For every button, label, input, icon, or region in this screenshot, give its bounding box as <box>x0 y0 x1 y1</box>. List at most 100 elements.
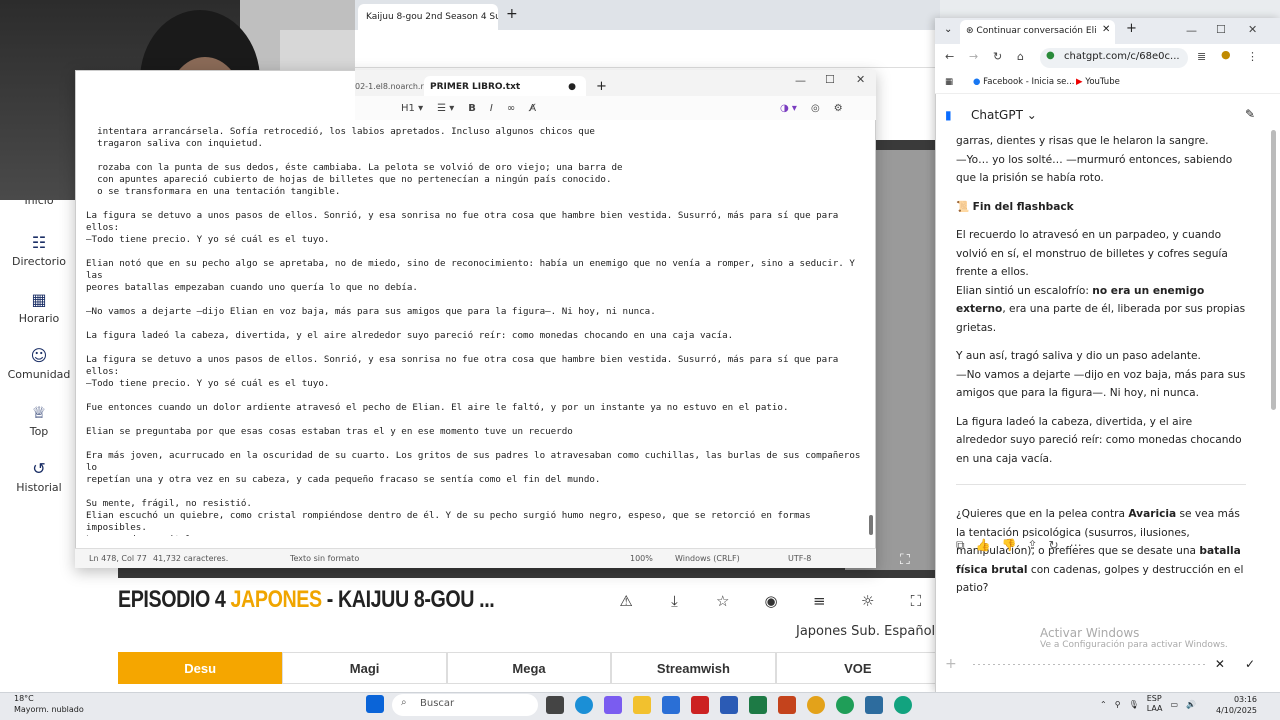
server-tab-desu[interactable]: Desu <box>118 652 283 684</box>
nav-item-comunidad[interactable]: ☺ Comunidad <box>0 346 78 382</box>
bookmark-facebook[interactable]: ● Facebook - Inicia se... <box>973 77 1075 87</box>
new-tab-icon[interactable]: + <box>506 6 518 22</box>
chatgpt-icon[interactable] <box>894 696 912 714</box>
new-chat-icon[interactable]: ✎ <box>1245 107 1255 121</box>
chat-browser-tab[interactable]: ⊛ Continuar conversación Eli <box>960 20 1115 44</box>
more-icon[interactable]: ⋯ <box>1070 538 1082 553</box>
start-icon[interactable] <box>366 695 384 713</box>
nav-item-top[interactable]: ♕ Top <box>0 403 78 439</box>
powerpoint-icon[interactable] <box>778 696 796 714</box>
new-tab-icon[interactable]: + <box>596 79 607 94</box>
maximize-icon[interactable]: ☐ <box>1216 23 1226 36</box>
list-icon[interactable]: ☰ ▾ <box>437 103 454 114</box>
scroll-icon: 📜 <box>956 200 970 213</box>
copilot-icon[interactable]: ◑ ▾ <box>780 103 797 114</box>
people-icon: ☺ <box>30 346 48 365</box>
app-icon[interactable] <box>691 696 709 714</box>
notepad-scrollbar[interactable] <box>869 515 873 535</box>
chevron-up-icon[interactable]: ⌃ <box>1100 700 1107 709</box>
plus-icon[interactable]: + <box>945 656 957 672</box>
time: 03:16 <box>1233 695 1258 704</box>
network-icon[interactable]: ⚲ <box>1115 700 1121 709</box>
share-icon[interactable]: ⇪ <box>1027 538 1037 553</box>
edge-icon[interactable] <box>575 696 593 714</box>
regenerate-icon[interactable]: ↻ <box>1049 538 1059 553</box>
eye-icon[interactable]: ◉ <box>747 585 795 617</box>
chrome-icon[interactable] <box>807 696 825 714</box>
calculator-icon[interactable] <box>662 696 680 714</box>
thumbs-up-icon[interactable]: 👍 <box>976 538 991 553</box>
close-icon[interactable]: ✕ <box>1215 657 1225 671</box>
new-tab-icon[interactable]: + <box>1126 21 1137 36</box>
notepad-text-area[interactable]: intentara arrancársela. Sofía retrocedió… <box>86 126 866 536</box>
close-icon[interactable]: ✕ <box>1248 23 1257 36</box>
weather-widget[interactable]: 18°C Mayorm. nublado <box>14 693 84 715</box>
account-icon[interactable]: ◎ <box>811 103 820 114</box>
maximize-icon[interactable]: ☐ <box>825 73 835 86</box>
clear-format-icon[interactable]: A̸ <box>529 103 536 114</box>
media-icon[interactable]: ≣ <box>1197 50 1206 63</box>
home-icon[interactable]: ⌂ <box>1017 50 1024 63</box>
apps-icon[interactable]: ▦ <box>945 77 953 87</box>
language-select[interactable]: Japones Sub. Español ▾ <box>796 624 946 639</box>
excel-icon[interactable] <box>749 696 767 714</box>
bookmark-youtube[interactable]: ▶ YouTube <box>1076 77 1120 87</box>
display-icon[interactable]: ▭ <box>1171 700 1179 709</box>
model-selector[interactable]: ChatGPT ⌄ <box>971 108 1037 122</box>
input-language[interactable]: ESP LAA <box>1147 694 1163 714</box>
server-tab-magi[interactable]: Magi <box>282 652 447 684</box>
heading-select[interactable]: H1 ▾ <box>401 103 423 114</box>
task-view-icon[interactable] <box>546 696 564 714</box>
bookmarks-bar: ▦ ● Facebook - Inicia se... ▶ YouTube <box>935 72 1280 94</box>
star-icon[interactable]: ☆ <box>699 585 747 617</box>
background-url-bar <box>355 30 940 68</box>
download-icon[interactable]: ⤓ <box>650 585 698 617</box>
report-icon[interactable]: ⚠ <box>602 585 650 617</box>
copy-icon[interactable]: ⧉ <box>956 538 965 553</box>
reload-icon[interactable]: ↻ <box>993 50 1002 63</box>
tab-list-icon[interactable]: ⌄ <box>944 24 952 35</box>
taskbar-search[interactable]: ⌕ Buscar <box>392 694 538 716</box>
chatgpt-logo-icon: ⊛ <box>966 26 974 36</box>
message-bold: Avaricia <box>1128 508 1177 520</box>
chat-scrollbar[interactable] <box>1271 130 1276 410</box>
bold-icon[interactable]: B <box>468 103 476 114</box>
profile-avatar[interactable]: ● <box>1221 48 1231 61</box>
chrome-profile-icon[interactable] <box>836 696 854 714</box>
clock[interactable]: 03:16 4/10/2025 <box>1216 694 1257 716</box>
tab-title: Kaijuu 8-gou 2nd Season 4 Sub <box>366 12 498 22</box>
nav-item-directorio[interactable]: ☷ Directorio <box>0 234 78 269</box>
background-browser-tab[interactable]: Kaijuu 8-gou 2nd Season 4 Sub ✕ <box>358 4 498 30</box>
fullscreen-icon[interactable]: ⛶ <box>900 552 910 568</box>
back-icon[interactable]: ← <box>945 50 954 63</box>
forward-icon[interactable]: → <box>969 50 978 63</box>
notepad-icon[interactable] <box>865 696 883 714</box>
word-icon[interactable] <box>720 696 738 714</box>
close-icon[interactable]: ✕ <box>1102 24 1110 35</box>
italic-icon[interactable]: I <box>490 103 493 114</box>
minimize-icon[interactable]: — <box>795 74 806 87</box>
nav-item-horario[interactable]: ▦ Horario <box>0 291 78 326</box>
server-tab-voe[interactable]: VOE <box>775 652 941 684</box>
confirm-check-icon[interactable]: ✓ <box>1245 657 1255 671</box>
playlist-icon[interactable]: ≡ <box>795 585 843 617</box>
link-icon[interactable]: ∞ <box>507 103 515 114</box>
lightbulb-icon[interactable]: ☼ <box>843 585 891 617</box>
nav-item-historial[interactable]: ↺ Historial <box>0 460 78 495</box>
sidebar-toggle-icon[interactable]: ▮ <box>945 108 952 122</box>
menu-icon[interactable]: ⋮ <box>1247 50 1258 63</box>
mic-icon[interactable]: 🎙 <box>1129 700 1139 709</box>
server-tab-mega[interactable]: Mega <box>446 652 612 684</box>
file-explorer-icon[interactable] <box>633 696 651 714</box>
copilot-icon[interactable] <box>604 696 622 714</box>
expand-icon[interactable]: ⛶ <box>892 585 940 617</box>
settings-icon[interactable]: ⚙ <box>834 103 843 114</box>
unsaved-dot-icon[interactable]: ● <box>568 82 576 92</box>
volume-icon[interactable]: 🔊 <box>1186 700 1196 709</box>
chat-url-bar[interactable]: ● chatgpt.com/c/68e0c... <box>1040 48 1188 68</box>
close-icon[interactable]: ✕ <box>856 73 865 86</box>
minimize-icon[interactable]: — <box>1186 24 1197 37</box>
server-tab-streamwish[interactable]: Streamwish <box>611 652 776 684</box>
trophy-icon: ♕ <box>31 403 47 422</box>
thumbs-down-icon[interactable]: 👎 <box>1002 538 1017 553</box>
